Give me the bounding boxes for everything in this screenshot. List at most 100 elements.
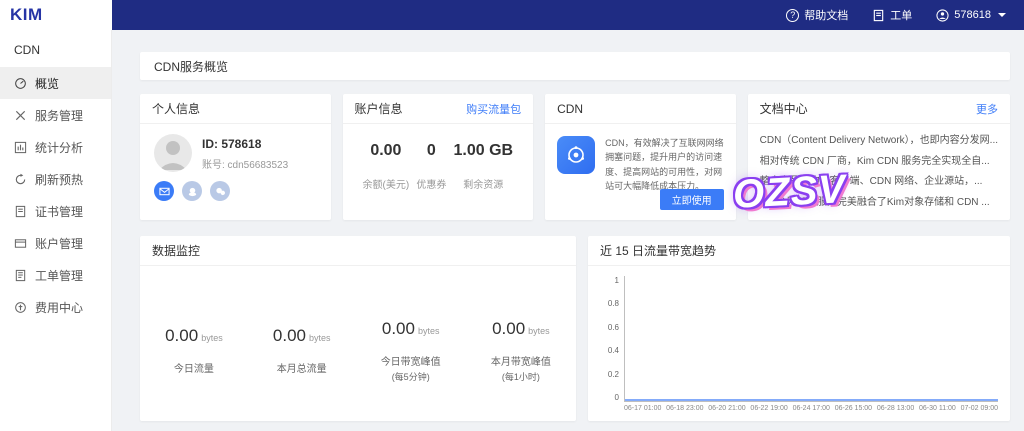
- ticket-icon: [872, 9, 885, 22]
- sidebar-item-label: 费用中心: [35, 299, 83, 316]
- month-peak-metric: 0.00bytes 本月带宽峰值 (每1小时): [491, 319, 551, 383]
- personal-info-header: 个人信息: [140, 94, 331, 124]
- user-menu[interactable]: 578618: [936, 9, 1006, 22]
- y-tick-label: 0.8: [608, 299, 619, 308]
- y-tick-label: 0: [615, 393, 619, 402]
- unit-label: bytes: [201, 333, 223, 343]
- sidebar-item-label: 刷新预热: [35, 171, 83, 188]
- cdn-card-title: CDN: [557, 102, 583, 116]
- topbar: KIM ? 帮助文档 工单 578618: [0, 0, 1024, 30]
- today-peak-value: 0.00: [382, 319, 415, 338]
- user-id-label: 578618: [954, 9, 991, 21]
- today-traffic-metric: 0.00bytes 今日流量: [165, 326, 223, 377]
- cdn-product-card: CDN CDN，有效解决了互联网网络拥塞问题，提升用户的访问速度、提高网站的可用…: [545, 94, 736, 220]
- sidebar-title: CDN: [0, 30, 111, 67]
- main-content: CDN服务概览 个人信息 ID: 578618 账号: cdn56683523: [112, 30, 1024, 431]
- user-icon: [936, 9, 949, 22]
- sidebar-item-overview[interactable]: 概览: [0, 67, 111, 99]
- qq-icon[interactable]: [182, 181, 202, 201]
- sidebar-item-statistics[interactable]: 统计分析: [0, 131, 111, 163]
- trend-chart: 10.80.60.40.20 06-17 01:0006-18 23:0006-…: [588, 266, 1010, 420]
- x-tick-label: 06-26 15:00: [835, 405, 872, 416]
- chart-plot-area: [624, 276, 998, 402]
- sidebar-item-label: 统计分析: [35, 139, 83, 156]
- ticket-label: 工单: [890, 7, 912, 23]
- ticket-list-icon: [14, 269, 27, 282]
- coupon-value: 0: [427, 142, 436, 160]
- resource-value: 1.00 GB: [454, 142, 514, 160]
- trend-title: 近 15 日流量带宽趋势: [600, 242, 716, 259]
- sidebar-item-service-management[interactable]: 服务管理: [0, 99, 111, 131]
- docs-more-link[interactable]: 更多: [976, 101, 998, 117]
- today-peak-metric: 0.00bytes 今日带宽峰值 (每5分钟): [381, 319, 441, 383]
- help-docs-link[interactable]: ? 帮助文档: [786, 7, 848, 23]
- personal-info-title: 个人信息: [152, 100, 200, 117]
- docs-title: 文档中心: [760, 100, 808, 117]
- unit-label: bytes: [528, 326, 550, 336]
- today-peak-label: 今日带宽峰值: [381, 353, 441, 368]
- kim-logo: KIM: [10, 5, 43, 25]
- monitor-header: 数据监控: [140, 236, 576, 266]
- account-info-title: 账户信息: [355, 100, 403, 117]
- sidebar-item-label: 概览: [35, 75, 59, 92]
- sidebar-item-refresh-preheat[interactable]: 刷新预热: [0, 163, 111, 195]
- chevron-down-icon: [998, 13, 1006, 17]
- x-tick-label: 06-20 21:00: [708, 405, 745, 416]
- refresh-icon: [14, 173, 27, 186]
- y-tick-label: 0.6: [608, 323, 619, 332]
- sidebar: CDN 概览 服务管理 统计分析 刷新预热 证书管理: [0, 30, 112, 431]
- x-tick-label: 06-22 19:00: [750, 405, 787, 416]
- avatar: [154, 134, 192, 172]
- x-tick-label: 06-30 11:00: [919, 405, 956, 416]
- sidebar-item-account-management[interactable]: 账户管理: [0, 227, 111, 259]
- today-traffic-label: 今日流量: [165, 360, 223, 375]
- account-info-header: 账户信息 购买流量包: [343, 94, 534, 124]
- month-peak-value: 0.00: [492, 319, 525, 338]
- logo-zone: KIM: [0, 0, 112, 30]
- bar-chart-icon: [14, 141, 27, 154]
- unit-label: bytes: [309, 333, 331, 343]
- x-tick-label: 06-28 13:00: [877, 405, 914, 416]
- today-traffic-value: 0.00: [165, 326, 198, 345]
- monitor-title: 数据监控: [152, 242, 200, 259]
- data-monitor-card: 数据监控 0.00bytes 今日流量 0.00bytes 本月总流量 0.00…: [140, 236, 576, 421]
- summary-cards-row: 个人信息 ID: 578618 账号: cdn56683523: [140, 94, 1010, 220]
- sidebar-item-ticket-management[interactable]: 工单管理: [0, 259, 111, 291]
- y-tick-label: 0.2: [608, 370, 619, 379]
- account-number: 账号: cdn56683523: [202, 156, 288, 171]
- ticket-link[interactable]: 工单: [872, 7, 912, 23]
- account-info-card: 账户信息 购买流量包 0.00 余额(美元) 0 优惠券 1.00 GB 剩余资…: [343, 94, 534, 220]
- sidebar-item-certificates[interactable]: 证书管理: [0, 195, 111, 227]
- unit-label: bytes: [418, 326, 440, 336]
- y-tick-label: 1: [615, 276, 619, 285]
- balance-value: 0.00: [370, 142, 401, 160]
- x-axis-labels: 06-17 01:0006-18 23:0006-20 21:0006-22 1…: [624, 402, 998, 416]
- page-title: CDN服务概览: [154, 58, 228, 75]
- certificate-icon: [14, 205, 27, 218]
- sidebar-nav: 概览 服务管理 统计分析 刷新预热 证书管理 账户管理: [0, 67, 111, 323]
- email-icon[interactable]: [154, 181, 174, 201]
- sidebar-item-billing-center[interactable]: 费用中心: [0, 291, 111, 323]
- help-icon: ?: [786, 9, 799, 22]
- personal-info-card: 个人信息 ID: 578618 账号: cdn56683523: [140, 94, 331, 220]
- month-traffic-value: 0.00: [273, 326, 306, 345]
- x-tick-label: 06-24 17:00: [793, 405, 830, 416]
- sidebar-item-label: 账户管理: [35, 235, 83, 252]
- doc-link[interactable]: CDN（Content Delivery Network），也即内容分发网...: [760, 131, 998, 152]
- buy-traffic-link[interactable]: 购买流量包: [466, 101, 521, 117]
- overview-icon: [14, 77, 27, 90]
- use-now-button[interactable]: 立即使用: [660, 189, 724, 210]
- sidebar-item-label: 证书管理: [35, 203, 83, 220]
- coupon-metric: 0 优惠券: [416, 142, 446, 191]
- billing-icon: [14, 301, 27, 314]
- page-title-bar: CDN服务概览: [140, 52, 1010, 80]
- account-card-icon: [14, 237, 27, 250]
- help-docs-label: 帮助文档: [804, 7, 848, 23]
- metric-sublabel: (每5分钟): [381, 370, 441, 383]
- docs-header: 文档中心 更多: [748, 94, 1010, 124]
- balance-label: 余额(美元): [363, 176, 410, 191]
- y-tick-label: 0.4: [608, 346, 619, 355]
- cdn-product-icon: [557, 136, 595, 174]
- x-tick-label: 06-18 23:00: [666, 405, 703, 416]
- wechat-icon[interactable]: [210, 181, 230, 201]
